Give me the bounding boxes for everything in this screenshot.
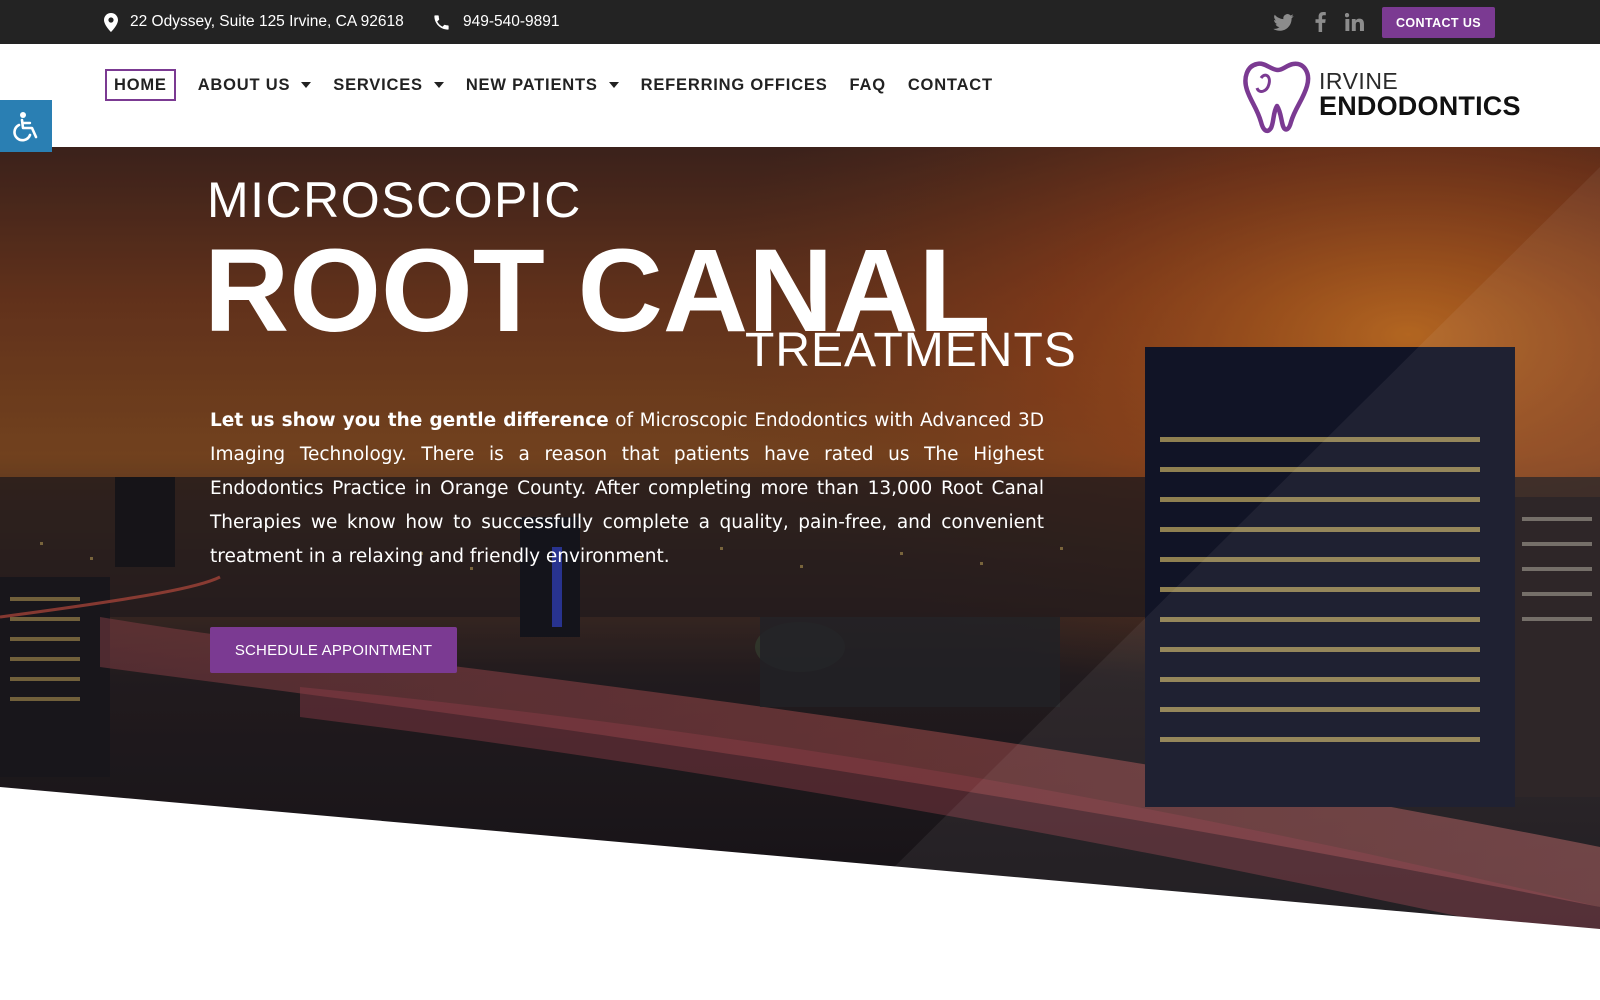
nav-item-services[interactable]: SERVICES xyxy=(333,69,444,101)
nav-label: NEW PATIENTS xyxy=(465,75,598,94)
phone[interactable]: 949-540-9891 xyxy=(432,0,560,44)
nav-label: CONTACT xyxy=(907,75,993,94)
contact-us-button[interactable]: CONTACT US xyxy=(1382,7,1495,38)
hero-intro-bold: Let us show you the gentle difference xyxy=(210,410,609,431)
hero-heading-bottom: TREATMENTS xyxy=(745,324,1077,377)
chevron-down-icon xyxy=(608,82,619,88)
logo-line-2: ENDODONTICS xyxy=(1319,91,1521,121)
hero-section: MICROSCOPIC ROOT CANAL TREATMENTS Let us… xyxy=(0,147,1600,1000)
nav-item-about-us[interactable]: ABOUT US xyxy=(198,69,312,101)
nav-label: ABOUT US xyxy=(197,75,291,94)
nav-item-contact[interactable]: CONTACT xyxy=(908,69,993,101)
chevron-down-icon xyxy=(301,82,312,88)
nav-item-faq[interactable]: FAQ xyxy=(850,69,886,101)
nav-label: FAQ xyxy=(849,75,886,94)
phone-number[interactable]: 949-540-9891 xyxy=(463,13,560,31)
nav-label: REFERRING OFFICES xyxy=(640,75,828,94)
nav-item-new-patients[interactable]: NEW PATIENTS xyxy=(466,69,619,101)
hero-intro-paragraph: Let us show you the gentle difference of… xyxy=(210,404,1044,574)
main-navbar: HOME ABOUT US SERVICES NEW PATIENTS REFE… xyxy=(0,44,1600,147)
top-bar: 22 Odyssey, Suite 125 Irvine, CA 92618 9… xyxy=(0,0,1600,44)
site-logo[interactable]: IRVINE ENDODONTICS xyxy=(1243,56,1521,134)
nav-item-home[interactable]: HOME xyxy=(105,69,176,101)
twitter-icon[interactable] xyxy=(1273,0,1294,44)
nav-label: HOME xyxy=(114,75,167,94)
accessibility-button[interactable] xyxy=(0,100,52,152)
nav-label: SERVICES xyxy=(333,75,423,94)
address-text: 22 Odyssey, Suite 125 Irvine, CA 92618 xyxy=(130,13,404,30)
main-nav: HOME ABOUT US SERVICES NEW PATIENTS REFE… xyxy=(105,69,1015,101)
linkedin-icon[interactable] xyxy=(1345,0,1364,44)
tooth-heart-logo-icon xyxy=(1243,61,1311,134)
hero-intro-text: of Microscopic Endodontics with Advanced… xyxy=(210,410,1045,567)
wheelchair-accessibility-icon xyxy=(13,112,38,142)
chevron-down-icon xyxy=(433,82,444,88)
address: 22 Odyssey, Suite 125 Irvine, CA 92618 xyxy=(104,0,404,44)
hero-heading-top: MICROSCOPIC xyxy=(207,172,582,228)
nav-item-referring-offices[interactable]: REFERRING OFFICES xyxy=(641,69,828,101)
schedule-appointment-button[interactable]: SCHEDULE APPOINTMENT xyxy=(210,627,457,673)
facebook-icon[interactable] xyxy=(1315,0,1326,44)
phone-icon xyxy=(432,13,451,32)
map-pin-icon xyxy=(104,12,118,32)
